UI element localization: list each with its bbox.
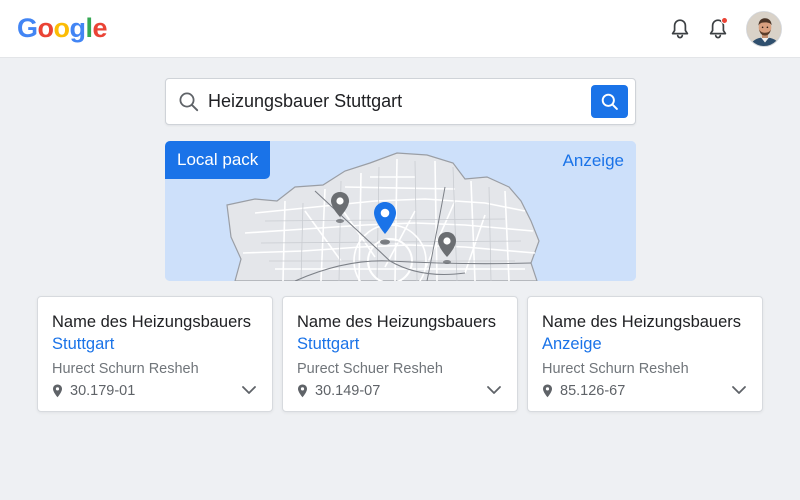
map-ad-label: Anzeige xyxy=(562,151,624,170)
logo-letter: o xyxy=(53,13,71,43)
business-address: Hurect Schurn Resheh xyxy=(52,361,199,377)
business-ad-label[interactable]: Anzeige xyxy=(542,335,602,354)
business-name[interactable]: Name des Heizungsbauers xyxy=(297,313,496,332)
map-pin-icon[interactable] xyxy=(329,191,351,225)
alerts-button[interactable] xyxy=(706,16,730,42)
avatar[interactable] xyxy=(746,11,782,47)
business-phone-row: 30.179-01 xyxy=(52,382,135,400)
notifications-button[interactable] xyxy=(668,16,692,42)
expand-chevron-button[interactable] xyxy=(240,383,258,397)
bell-icon xyxy=(671,19,689,39)
expand-chevron-button[interactable] xyxy=(730,383,748,397)
map-pin-icon[interactable] xyxy=(372,201,398,247)
business-phone-row: 30.149-07 xyxy=(297,382,380,400)
search-icon xyxy=(179,92,199,112)
location-pin-icon xyxy=(542,384,553,398)
business-address: Hurect Schurn Resheh xyxy=(542,361,689,377)
business-card[interactable]: Name des Heizungsbauers Stuttgart Purect… xyxy=(282,296,518,412)
business-location[interactable]: Stuttgart xyxy=(297,335,359,354)
search-input[interactable] xyxy=(208,79,588,124)
logo-letter: e xyxy=(92,13,108,43)
logo-letter: g xyxy=(69,13,87,43)
chevron-down-icon xyxy=(242,386,256,394)
expand-chevron-button[interactable] xyxy=(485,383,503,397)
logo-letter: o xyxy=(37,13,55,43)
business-name[interactable]: Name des Heizungsbauers xyxy=(542,313,741,332)
business-phone-row: 85.126-67 xyxy=(542,382,625,400)
location-pin-icon xyxy=(52,384,63,398)
local-pack-label: Local pack xyxy=(165,141,271,179)
chevron-down-icon xyxy=(732,386,746,394)
search-submit-button[interactable] xyxy=(591,85,628,118)
business-name[interactable]: Name des Heizungsbauers xyxy=(52,313,251,332)
business-card[interactable]: Name des Heizungsbauers Stuttgart Hurect… xyxy=(37,296,273,412)
top-bar: Google xyxy=(0,0,800,58)
business-address: Purect Schuer Resheh xyxy=(297,361,443,377)
search-bar xyxy=(165,78,636,125)
user-avatar-image xyxy=(747,12,781,46)
notification-badge xyxy=(721,17,728,24)
local-pack-map[interactable]: Local pack Anzeige xyxy=(165,141,636,281)
business-phone: 30.179-01 xyxy=(70,383,136,399)
business-phone: 85.126-67 xyxy=(560,383,626,399)
location-pin-icon xyxy=(297,384,308,398)
map-pin-icon[interactable] xyxy=(436,231,458,267)
business-location[interactable]: Stuttgart xyxy=(52,335,114,354)
search-icon xyxy=(601,93,618,110)
logo-letter: l xyxy=(85,13,94,43)
logo-letter: G xyxy=(17,13,38,43)
business-phone: 30.149-07 xyxy=(315,383,381,399)
chevron-down-icon xyxy=(487,386,501,394)
google-logo[interactable]: Google xyxy=(17,13,108,44)
business-card[interactable]: Name des Heizungsbauers Anzeige Hurect S… xyxy=(527,296,763,412)
pin-shape xyxy=(374,202,396,234)
